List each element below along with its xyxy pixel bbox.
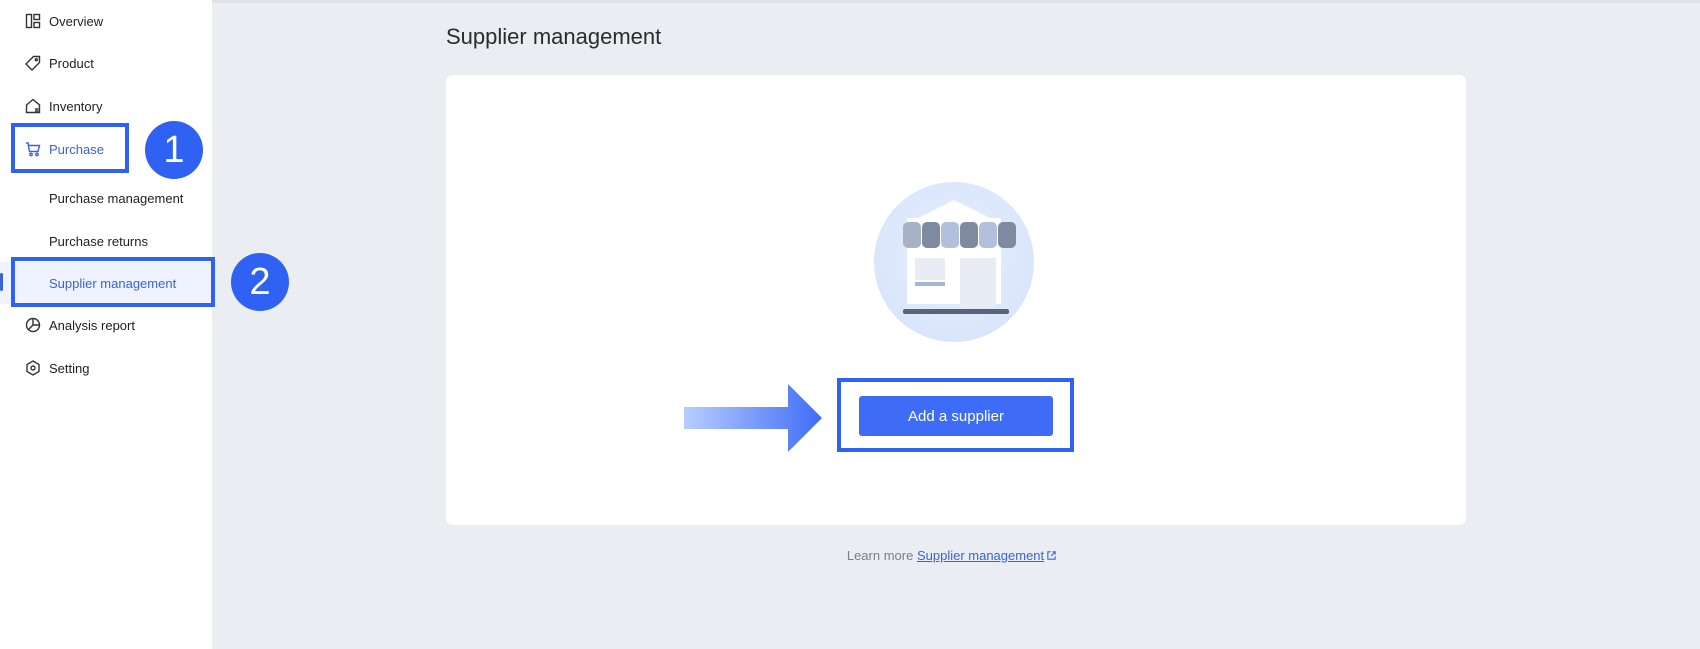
layout-icon — [25, 13, 41, 29]
sidebar-item-overview[interactable]: Overview — [0, 0, 212, 42]
sidebar-subitem-purchase-returns[interactable]: Purchase returns — [0, 220, 212, 262]
learn-more-link-label: Supplier management — [916, 548, 1045, 563]
learn-more-text: Learn more — [846, 548, 914, 563]
sidebar-item-label: Inventory — [49, 98, 103, 114]
sidebar-subitem-label: Purchase management — [49, 190, 184, 206]
sidebar-item-analysis-report[interactable]: Analysis report — [0, 304, 212, 346]
sidebar-item-label: Overview — [49, 13, 104, 29]
settings-icon — [26, 360, 40, 376]
pointer-arrow-icon — [684, 384, 822, 452]
sidebar-item-label: Product — [49, 55, 94, 71]
sidebar-item-product[interactable]: Product — [0, 42, 212, 84]
tag-icon — [25, 55, 41, 71]
learn-more-link[interactable]: Supplier management — [917, 548, 1057, 563]
step-badge-2: 2 — [231, 253, 289, 311]
store-illustration-icon — [874, 182, 1034, 342]
page-title: Supplier management — [446, 24, 662, 49]
external-link-icon — [1047, 551, 1056, 560]
sidebar-item-label: Setting — [49, 360, 90, 376]
highlight-purchase — [11, 123, 129, 173]
sidebar-subitem-label: Purchase returns — [49, 233, 148, 249]
step-badge-1: 1 — [145, 121, 203, 179]
sidebar-subitem-purchase-management[interactable]: Purchase management — [0, 177, 212, 219]
pie-chart-icon — [25, 317, 41, 333]
highlight-supplier-management — [11, 257, 215, 307]
learn-more: Learn more Supplier management — [0, 548, 1700, 563]
add-supplier-button[interactable]: Add a supplier — [859, 396, 1053, 436]
home-icon — [25, 98, 41, 114]
selection-marker — [0, 273, 3, 291]
sidebar-item-setting[interactable]: Setting — [0, 347, 212, 389]
sidebar-item-label: Analysis report — [49, 317, 135, 333]
top-divider — [0, 0, 1700, 3]
